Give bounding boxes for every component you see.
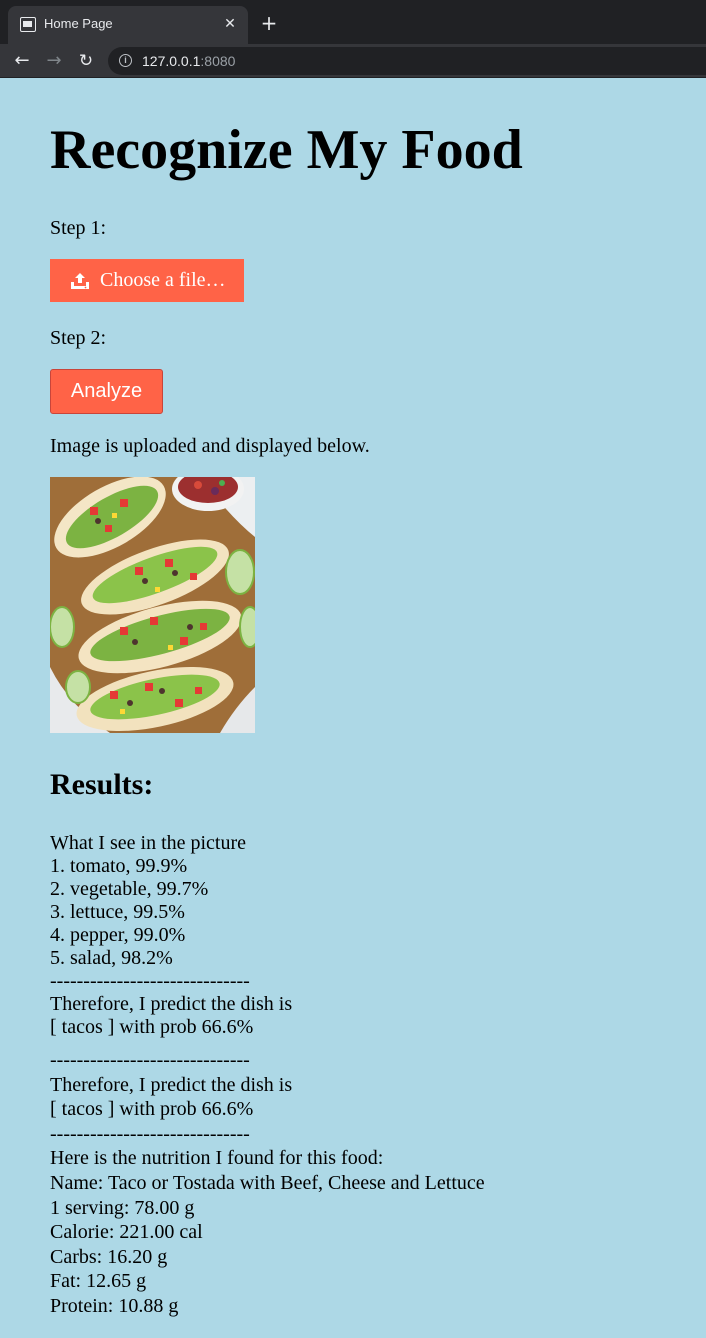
- url-host: 127.0.0.1: [142, 53, 201, 69]
- uploaded-food-image: [50, 477, 255, 733]
- tab-title: Home Page: [44, 16, 113, 31]
- results-text-continued: ------------------------------ Therefore…: [50, 1048, 485, 1319]
- info-icon[interactable]: i: [119, 54, 132, 67]
- nutrition-intro: Here is the nutrition I found for this f…: [50, 1147, 384, 1170]
- forward-arrow-icon[interactable]: →: [42, 49, 66, 73]
- step1-label: Step 1:: [50, 217, 107, 239]
- reload-icon[interactable]: ↻: [74, 49, 98, 73]
- separator-line: ------------------------------: [50, 1049, 250, 1071]
- conclusion-line: [ tacos ] with prob 66.6%: [50, 1016, 254, 1038]
- prediction-item: 1. tomato, 99.9%: [50, 855, 188, 877]
- nutrition-protein: Protein: 10.88 g: [50, 1294, 179, 1317]
- prediction-item: 3. lettuce, 99.5%: [50, 901, 185, 923]
- browser-toolbar: ← → ↻ i 127.0.0.1:8080: [0, 44, 706, 78]
- analyze-button[interactable]: Analyze: [50, 369, 163, 414]
- choose-file-button[interactable]: Choose a file…: [50, 259, 244, 302]
- url-text: 127.0.0.1:8080: [142, 53, 235, 69]
- upload-icon: [71, 273, 89, 289]
- page-favicon-icon: [20, 17, 36, 32]
- nutrition-name: Name: Taco or Tostada with Beef, Cheese …: [50, 1171, 485, 1194]
- conclusion-line: Therefore, I predict the dish is: [50, 993, 293, 1015]
- nutrition-fat: Fat: 12.65 g: [50, 1270, 147, 1293]
- new-tab-icon[interactable]: +: [258, 12, 280, 34]
- results-intro: What I see in the picture: [50, 832, 247, 854]
- address-bar[interactable]: i 127.0.0.1:8080: [108, 47, 706, 75]
- results-heading: Results:: [50, 768, 154, 801]
- prediction-item: 2. vegetable, 99.7%: [50, 878, 209, 900]
- choose-file-label: Choose a file…: [100, 269, 226, 291]
- results-text: What I see in the picture 1. tomato, 99.…: [50, 832, 292, 1039]
- nutrition-calorie: Calorie: 221.00 cal: [50, 1221, 203, 1244]
- conclusion-line: [ tacos ] with prob 66.6%: [50, 1098, 254, 1121]
- separator-line: ------------------------------: [50, 970, 250, 992]
- nutrition-carbs: Carbs: 16.20 g: [50, 1245, 168, 1268]
- page-title: Recognize My Food: [50, 119, 523, 181]
- conclusion-line: Therefore, I predict the dish is: [50, 1073, 293, 1096]
- nutrition-serving: 1 serving: 78.00 g: [50, 1196, 195, 1219]
- back-arrow-icon[interactable]: ←: [10, 49, 34, 73]
- upload-status-message: Image is uploaded and displayed below.: [50, 435, 370, 457]
- prediction-item: 5. salad, 98.2%: [50, 947, 173, 969]
- step2-label: Step 2:: [50, 327, 107, 349]
- browser-tab[interactable]: Home Page ✕: [8, 6, 248, 44]
- browser-tab-bar: Home Page ✕ +: [0, 0, 706, 44]
- url-port: :8080: [200, 53, 236, 69]
- prediction-item: 4. pepper, 99.0%: [50, 924, 186, 946]
- tab-close-icon[interactable]: ✕: [220, 14, 240, 34]
- separator-line: ------------------------------: [50, 1122, 250, 1145]
